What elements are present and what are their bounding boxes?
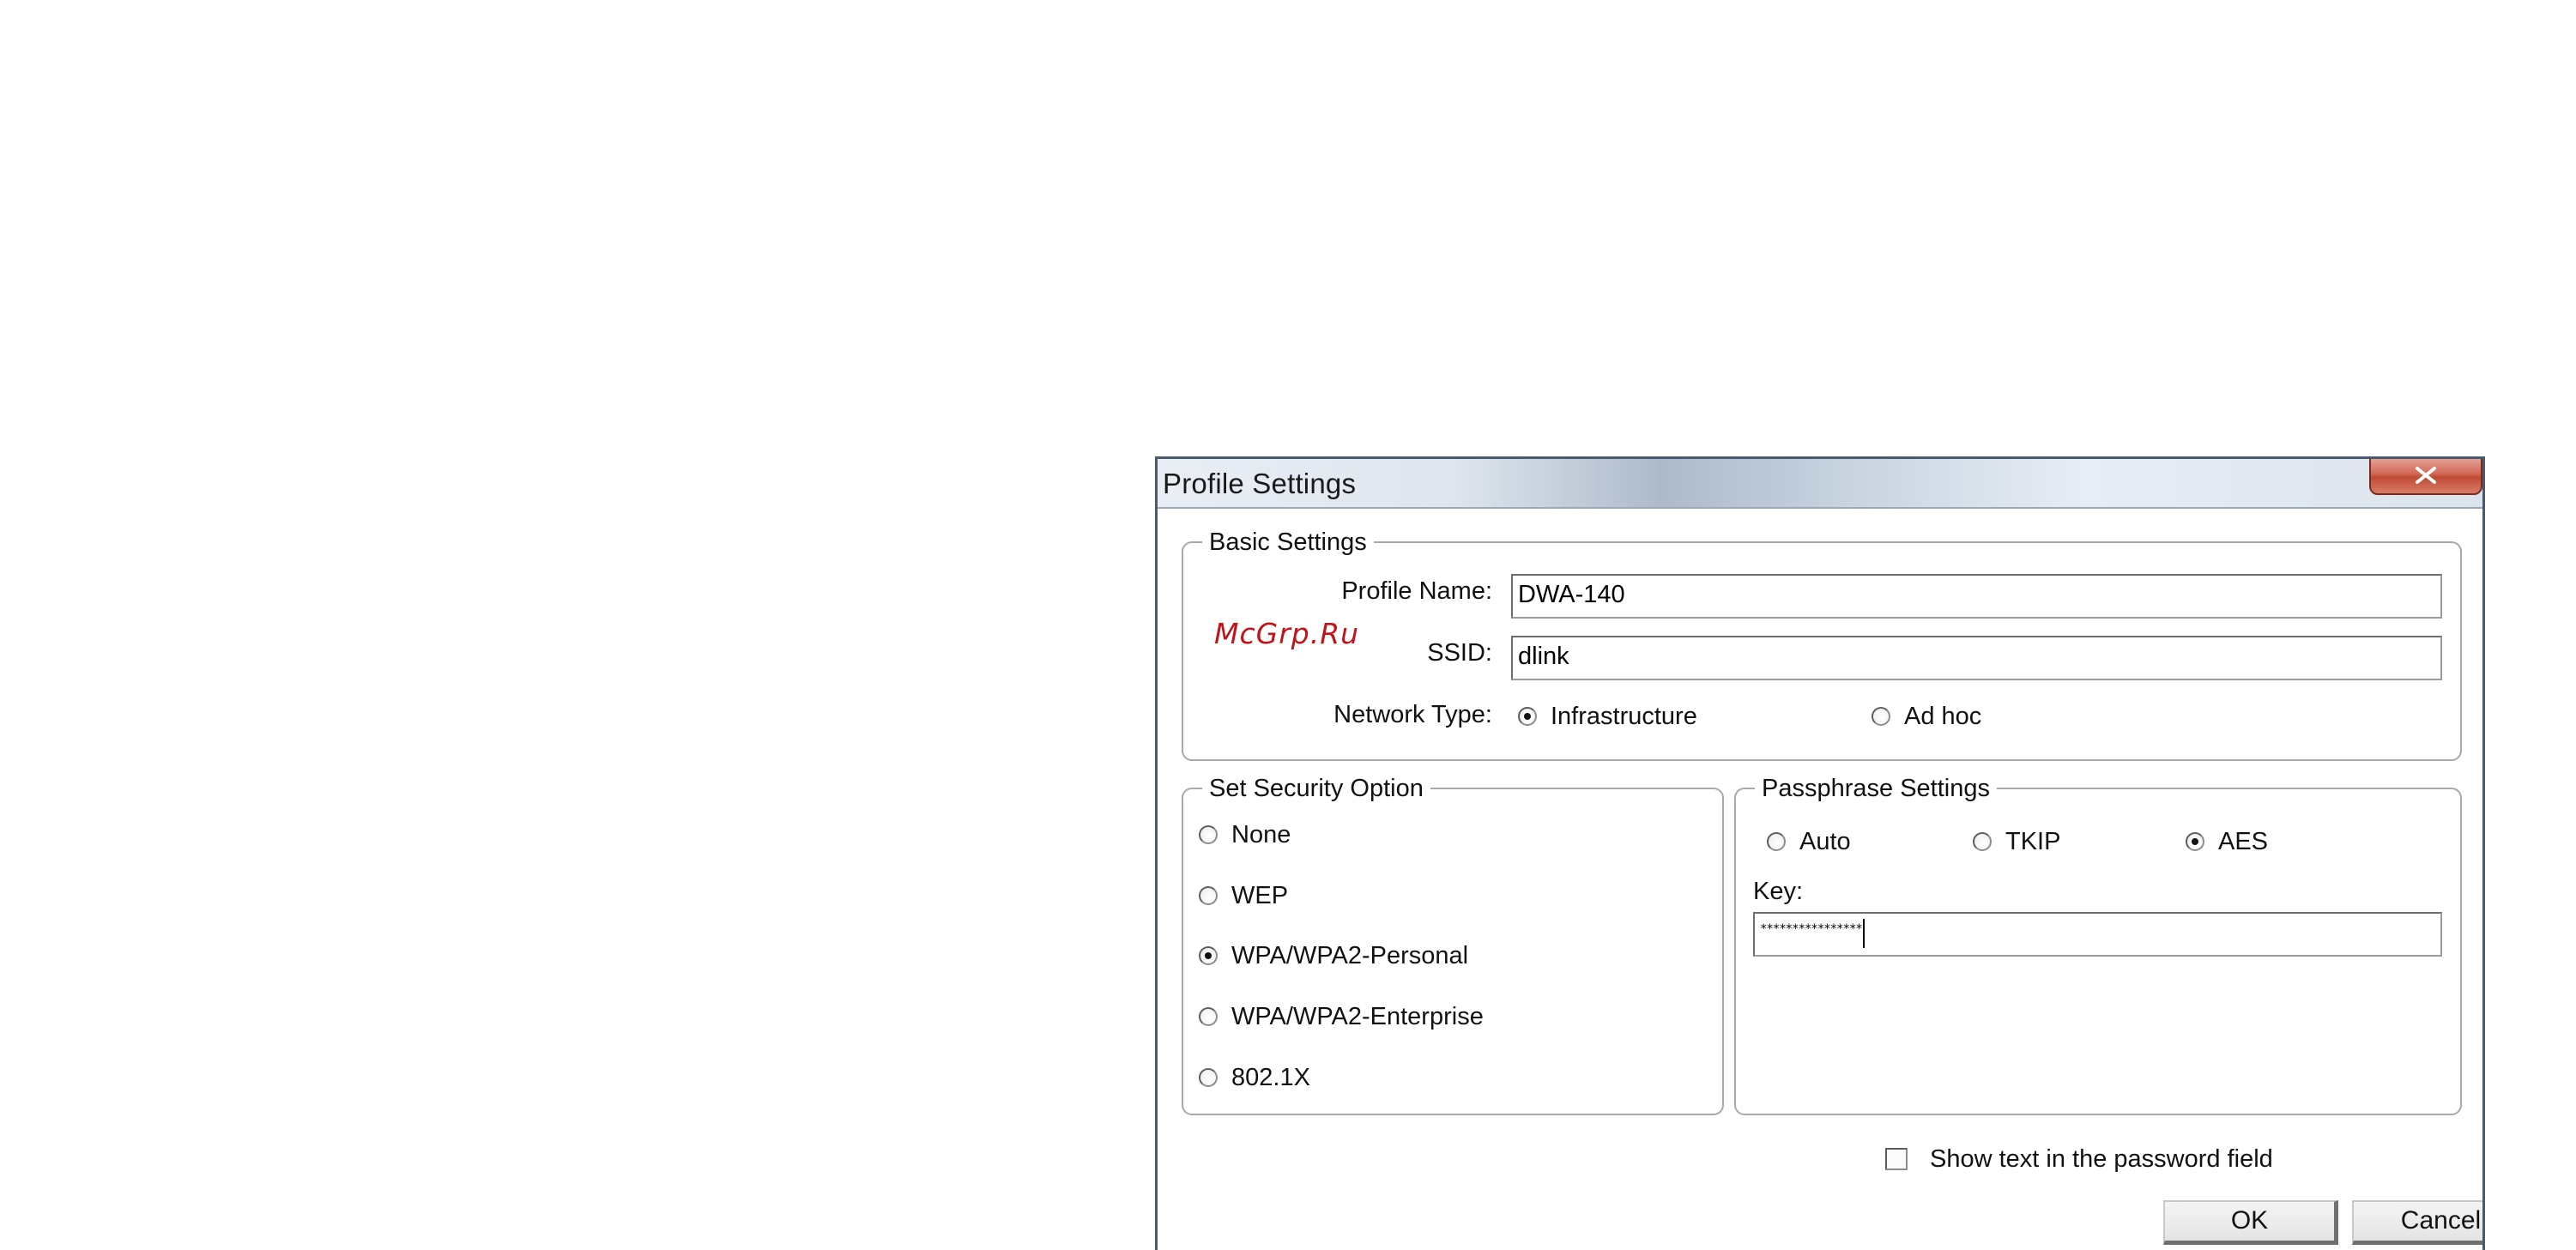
title-bar[interactable]: Profile Settings [1158, 459, 2482, 509]
radio-cipher-aes-indicator [2186, 832, 2204, 851]
radio-security-wep[interactable]: WEP [1199, 880, 1288, 911]
radio-security-none-indicator [1199, 825, 1218, 844]
radio-cipher-auto-indicator [1767, 832, 1786, 851]
ssid-input[interactable]: dlink [1511, 636, 2442, 680]
radio-cipher-auto-label: Auto [1799, 828, 1851, 855]
profile-name-label: Profile Name: [1341, 577, 1492, 605]
radio-ad-hoc-indicator [1872, 707, 1890, 726]
ssid-label: SSID: [1427, 639, 1492, 667]
radio-security-wpa-personal-indicator [1199, 946, 1218, 965]
radio-security-8021x-indicator [1199, 1068, 1218, 1087]
radio-security-none[interactable]: None [1199, 819, 1291, 850]
radio-cipher-aes-label: AES [2218, 828, 2269, 855]
radio-security-wpa-enterprise-label: WPA/WPA2-Enterprise [1231, 1003, 1484, 1030]
show-text-checkbox-label: Show text in the password field [1930, 1145, 2273, 1173]
radio-security-wep-indicator [1199, 886, 1218, 905]
radio-security-8021x[interactable]: 802.1X [1199, 1062, 1310, 1093]
radio-security-wpa-enterprise[interactable]: WPA/WPA2-Enterprise [1199, 1001, 1484, 1032]
radio-infrastructure-label: Infrastructure [1551, 703, 1697, 730]
key-input[interactable]: **************** [1753, 912, 2442, 957]
radio-infrastructure-indicator [1518, 707, 1537, 726]
radio-cipher-auto[interactable]: Auto [1767, 826, 1851, 857]
cancel-button[interactable]: Cancel [2352, 1200, 2482, 1245]
close-button[interactable] [2369, 459, 2482, 495]
basic-settings-legend: Basic Settings [1202, 527, 1374, 558]
radio-security-8021x-label: 802.1X [1231, 1064, 1310, 1091]
security-option-legend: Set Security Option [1202, 773, 1430, 804]
key-label: Key: [1753, 878, 1804, 905]
close-icon [2416, 467, 2436, 484]
network-type-label: Network Type: [1333, 701, 1492, 728]
radio-ad-hoc-label: Ad hoc [1904, 703, 1982, 730]
radio-security-wpa-enterprise-indicator [1199, 1007, 1218, 1026]
radio-security-none-label: None [1231, 821, 1291, 848]
dialog-client-area: Basic Settings Profile Name: DWA-140 McG… [1158, 509, 2482, 1250]
show-text-checkbox[interactable]: Show text in the password field [1885, 1144, 2273, 1175]
window-title: Profile Settings [1163, 468, 1357, 499]
key-input-value: **************** [1760, 922, 1863, 936]
show-text-checkbox-box [1885, 1148, 1908, 1170]
profile-name-input[interactable]: DWA-140 [1511, 574, 2442, 619]
radio-cipher-tkip[interactable]: TKIP [1973, 826, 2060, 857]
radio-security-wep-label: WEP [1231, 882, 1289, 909]
radio-ad-hoc[interactable]: Ad hoc [1872, 701, 1981, 732]
ok-button[interactable]: OK [2163, 1200, 2338, 1245]
text-caret [1862, 919, 1865, 949]
radio-cipher-tkip-label: TKIP [2005, 828, 2061, 855]
radio-cipher-tkip-indicator [1973, 832, 1992, 851]
radio-security-wpa-personal[interactable]: WPA/WPA2-Personal [1199, 940, 1468, 971]
radio-infrastructure[interactable]: Infrastructure [1518, 701, 1697, 732]
passphrase-settings-legend: Passphrase Settings [1755, 773, 1997, 804]
profile-settings-dialog: Profile Settings Basic Settings Profile … [1155, 456, 2485, 1250]
radio-cipher-aes[interactable]: AES [2186, 826, 2268, 857]
radio-security-wpa-personal-label: WPA/WPA2-Personal [1231, 942, 1469, 969]
